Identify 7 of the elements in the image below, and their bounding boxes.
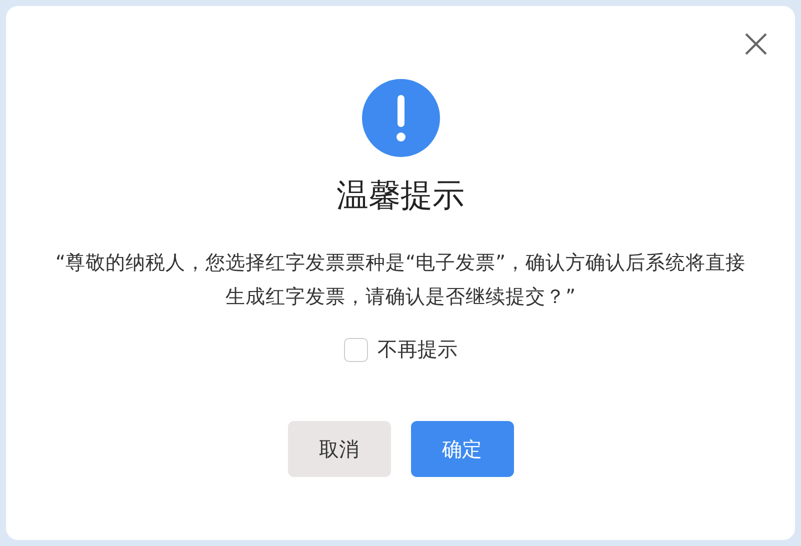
checkbox-label[interactable]: 不再提示	[378, 336, 458, 363]
warning-icon	[362, 79, 440, 157]
message-text: “尊敬的纳税人，您选择红字发票票种是“电子发票”，确认方确认后系统将直接生成红字发票，请确认是否继续提交？”	[54, 250, 747, 310]
dialog-title: 温馨提示	[336, 175, 464, 216]
cancel-button[interactable]: 取消	[288, 421, 390, 477]
checkbox[interactable]	[344, 338, 368, 362]
close-icon[interactable]	[744, 32, 768, 56]
